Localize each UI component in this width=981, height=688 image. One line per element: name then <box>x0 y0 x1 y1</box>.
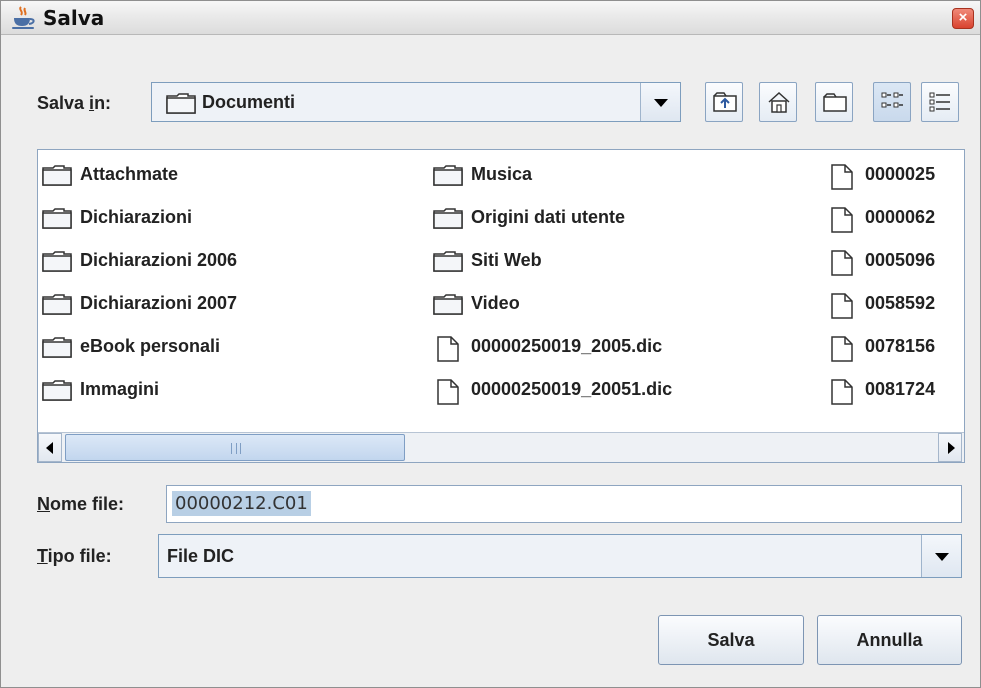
close-button[interactable]: × <box>952 8 974 29</box>
list-item-label: 0081724 <box>865 379 936 399</box>
scroll-thumb[interactable] <box>65 434 405 461</box>
file-list[interactable]: Attachmate Dichiarazioni Dichiarazioni 200… <box>37 149 965 463</box>
new-folder-icon <box>823 93 847 112</box>
list-view-icon <box>881 92 903 108</box>
window-title: Salva <box>43 6 105 30</box>
folder-icon <box>42 294 72 315</box>
home-icon <box>768 91 790 113</box>
folder-icon <box>433 208 463 229</box>
list-item-label: 00000250019_20051.dic <box>471 379 673 399</box>
details-view-icon <box>929 92 950 112</box>
chevron-right-icon <box>948 442 955 454</box>
title-bar[interactable]: Salva × <box>1 1 980 35</box>
file-type-value: File DIC <box>167 546 235 566</box>
file-type-combo[interactable]: File DIC <box>158 534 962 578</box>
list-item-label: Dichiarazioni <box>80 207 193 227</box>
list-item-label: Origini dati utente <box>471 207 626 227</box>
save-in-value: Documenti <box>202 92 296 112</box>
chevron-down-icon <box>654 99 668 107</box>
file-icon <box>437 336 459 362</box>
file-icon <box>831 379 853 405</box>
cancel-button[interactable]: Annulla <box>817 615 962 665</box>
save-in-combo[interactable]: Documenti <box>151 82 681 122</box>
file-icon <box>437 379 459 405</box>
list-item-label: Attachmate <box>80 164 179 184</box>
file-name-value: 00000212.C01 <box>172 491 311 516</box>
close-icon: × <box>958 9 968 26</box>
details-view-button[interactable] <box>921 82 959 122</box>
list-item-label: 0005096 <box>865 250 936 270</box>
save-in-dropdown-button[interactable] <box>640 83 680 121</box>
horizontal-scrollbar[interactable] <box>38 432 964 462</box>
folder-icon <box>42 251 72 272</box>
list-item-label: 0000062 <box>865 207 936 227</box>
chevron-left-icon <box>46 442 53 454</box>
scroll-right-button[interactable] <box>938 433 962 462</box>
folder-icon <box>42 337 72 358</box>
list-view-button[interactable] <box>873 82 911 122</box>
list-item-label: Musica <box>471 164 533 184</box>
file-name-label: Nome file: <box>37 494 125 514</box>
folder-icon <box>433 294 463 315</box>
folder-icon <box>166 93 196 114</box>
save-dialog: Salva × Salva in: Documenti Attachmate D… <box>0 0 981 688</box>
list-item-label: Video <box>471 293 520 313</box>
list-item-label: 0078156 <box>865 336 936 356</box>
file-name-input[interactable]: 00000212.C01 <box>166 485 962 523</box>
file-type-label: Tipo file: <box>37 546 112 566</box>
grip-icon <box>231 443 241 454</box>
folder-icon <box>42 380 72 401</box>
list-item-label: Siti Web <box>471 250 542 270</box>
list-item-label: Immagini <box>80 379 160 399</box>
file-icon <box>831 207 853 233</box>
file-icon <box>831 164 853 190</box>
list-item-label: 0058592 <box>865 293 936 313</box>
folder-icon <box>42 165 72 186</box>
file-icon <box>831 293 853 319</box>
new-folder-button[interactable] <box>815 82 853 122</box>
folder-icon <box>42 208 72 229</box>
up-one-level-icon <box>713 92 737 112</box>
list-item-label: Dichiarazioni 2006 <box>80 250 238 270</box>
save-button[interactable]: Salva <box>658 615 804 665</box>
list-item-label: 0000025 <box>865 164 936 184</box>
file-type-dropdown-button[interactable] <box>921 535 961 577</box>
folder-icon <box>433 251 463 272</box>
file-icon <box>831 336 853 362</box>
scroll-left-button[interactable] <box>38 433 62 462</box>
home-button[interactable] <box>759 82 797 122</box>
list-item-label: eBook personali <box>80 336 221 356</box>
list-item-label: 00000250019_2005.dic <box>471 336 663 356</box>
file-icon <box>831 250 853 276</box>
chevron-down-icon <box>935 553 949 561</box>
folder-icon <box>433 165 463 186</box>
list-item-label: Dichiarazioni 2007 <box>80 293 238 313</box>
save-in-label: Salva in: <box>37 93 112 113</box>
up-one-level-button[interactable] <box>705 82 743 122</box>
java-cup-icon <box>12 6 35 29</box>
